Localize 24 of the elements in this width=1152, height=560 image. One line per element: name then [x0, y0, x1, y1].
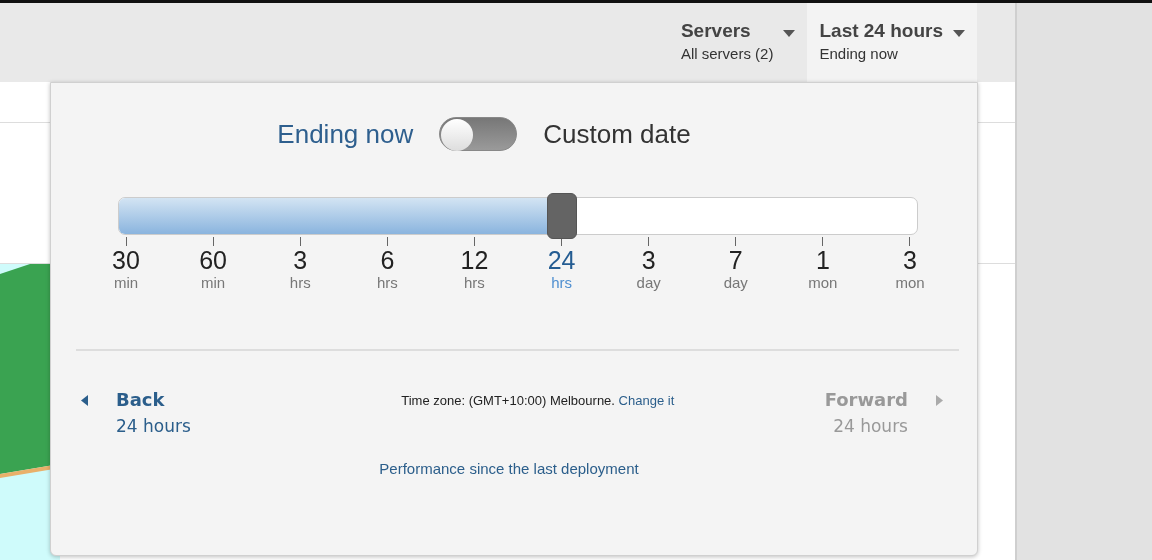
ending-now-label: Ending now	[277, 118, 414, 150]
custom-date-label: Custom date	[543, 118, 691, 150]
slider-tick[interactable]: 60 min	[191, 235, 236, 291]
slider-tick[interactable]: 3 hrs	[278, 235, 323, 291]
timezone-text: Time zone: (GMT+10:00) Melbourne. Change it	[401, 393, 675, 410]
toggle-switch[interactable]	[439, 117, 518, 151]
deployment-link[interactable]: Performance since the last deployment	[379, 460, 639, 477]
servers-dropdown[interactable]: Servers All servers (2)	[668, 3, 808, 65]
slider-tick[interactable]: 3 mon	[888, 235, 932, 291]
caret-icon	[783, 30, 796, 38]
slider-tick[interactable]: 12 hrs	[452, 235, 497, 291]
caret-icon	[953, 30, 965, 38]
time-range-dropdown[interactable]: Last 24 hours Ending now	[807, 3, 977, 82]
slider-tick[interactable]: 1 mon	[800, 235, 845, 291]
slider-thumb[interactable]	[546, 193, 577, 239]
right-triangle-icon	[936, 395, 943, 406]
slider-tick[interactable]: 24 hrs	[539, 235, 584, 291]
change-timezone-link[interactable]: Change it	[618, 393, 675, 408]
slider-tick[interactable]: 30 min	[104, 235, 148, 291]
slider-tick[interactable]: 7 day	[713, 235, 758, 291]
left-triangle-icon	[81, 395, 88, 406]
slider-tick[interactable]: 6 hrs	[365, 235, 410, 291]
slider-tick[interactable]: 3 day	[626, 235, 671, 291]
back-button[interactable]: Back 24 hours	[81, 389, 191, 436]
